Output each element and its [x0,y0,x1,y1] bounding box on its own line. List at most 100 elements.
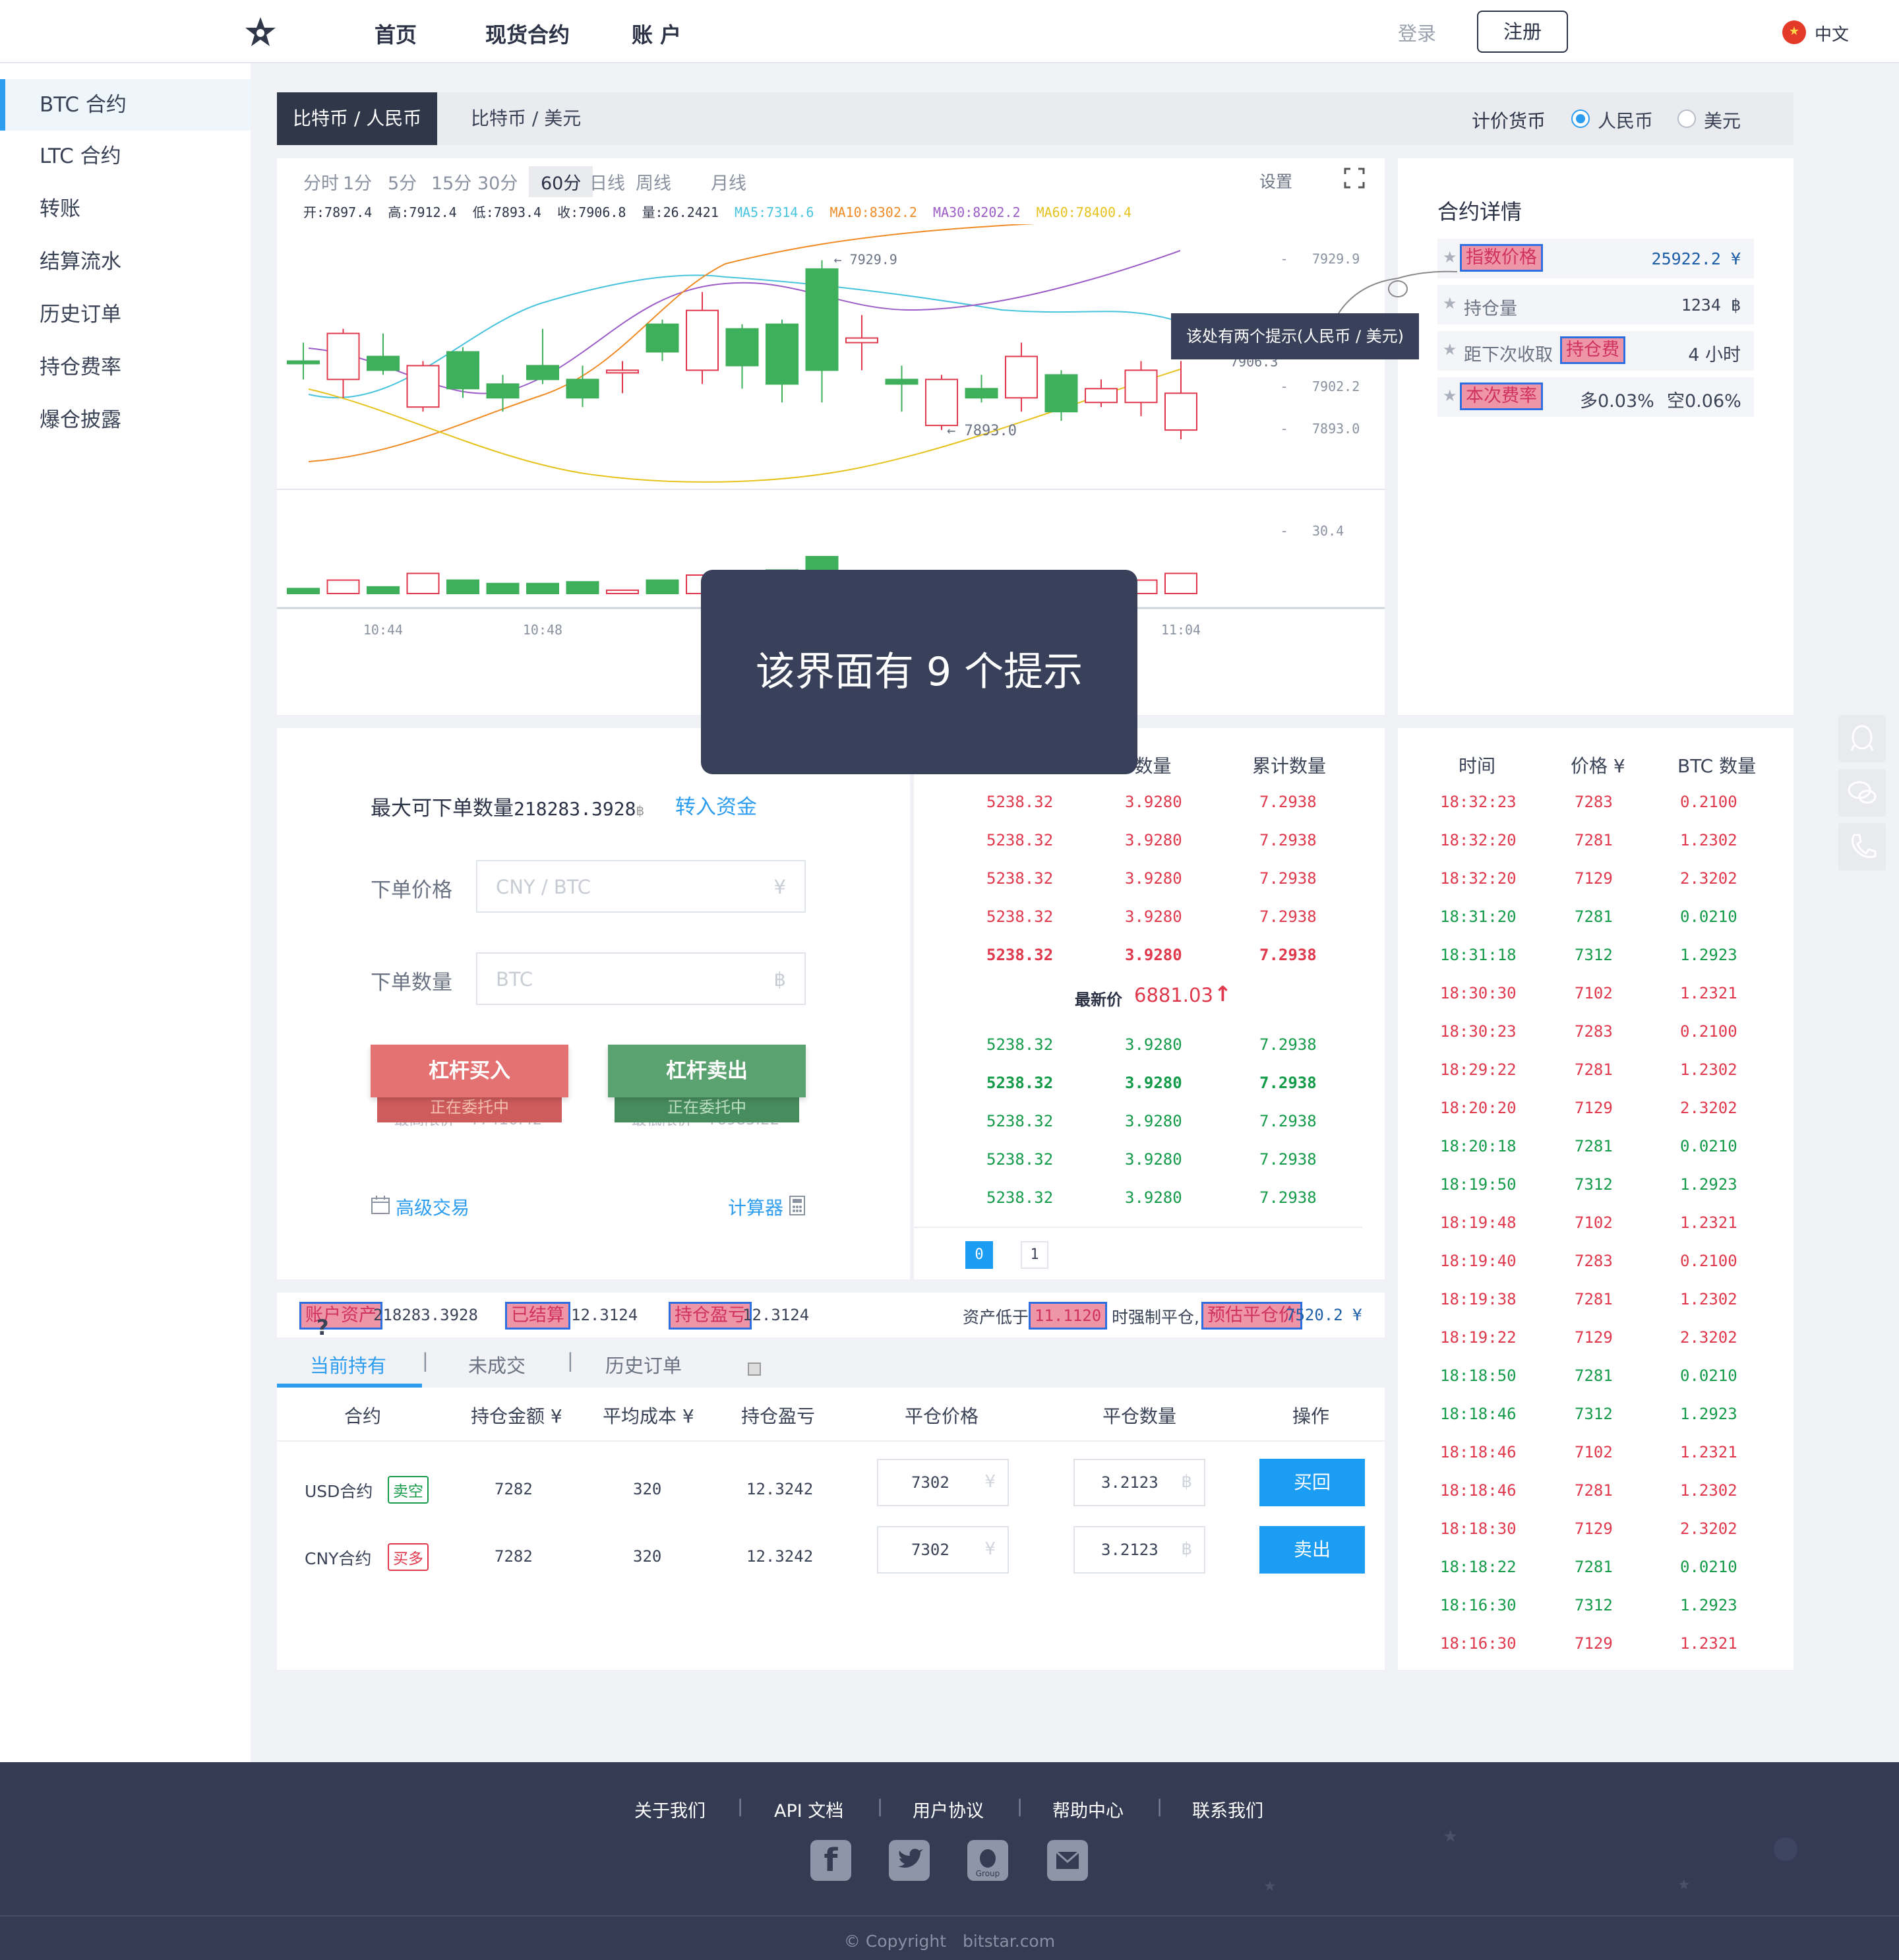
twitter-icon[interactable] [889,1840,930,1881]
bids-cell[interactable]: 3.9280 [1125,1035,1182,1054]
radio-usd-label[interactable]: 美元 [1704,107,1741,133]
bids-cell[interactable]: 3.9280 [1125,1074,1182,1092]
bids-cell[interactable]: 3.9280 [1125,1150,1182,1169]
language-selector[interactable]: 中文 [1815,21,1849,46]
bitstar-logo[interactable] [244,16,277,49]
bids-cell[interactable]: 3.9280 [1125,1188,1182,1207]
tab-btc-cny[interactable]: 比特币 / 人民币 [277,92,438,145]
asks-cell[interactable]: 3.9280 [1125,907,1182,926]
china-flag-icon[interactable]: ★ [1782,20,1806,44]
bids-cell[interactable]: 7.2938 [1259,1074,1317,1092]
trade-cell: 7102 [1575,1213,1613,1232]
asks-cell[interactable]: 7.2938 [1259,869,1317,888]
candle-body [1085,388,1118,404]
y-tick-dash: - [1282,379,1286,394]
sidebar-item-transfer[interactable]: 转账 [0,183,251,235]
asks-cell[interactable]: 5238.32 [986,869,1053,888]
sidebar-item-settlement[interactable]: 结算流水 [0,236,251,288]
radio-usd[interactable] [1677,109,1696,128]
email-icon[interactable] [1047,1840,1088,1881]
calculator-icon[interactable] [789,1195,806,1216]
close-price-input[interactable]: 7302 ¥ [877,1459,1009,1506]
asks-cell[interactable]: 5238.32 [986,907,1053,926]
fullscreen-icon[interactable] [1344,168,1365,189]
asks-cell[interactable]: 5238.32 [986,831,1053,849]
asks-cell[interactable]: 3.9280 [1125,793,1182,811]
register-button[interactable]: 注册 [1477,11,1568,53]
qq-icon[interactable] [1838,715,1886,762]
transfer-funds-link[interactable]: 转入资金 [675,790,757,820]
close-qty-input[interactable]: 3.2123 ฿ [1073,1459,1205,1506]
asks-cell[interactable]: 7.2938 [1259,907,1317,926]
close-price-input[interactable]: 7302 ¥ [877,1526,1009,1574]
book-page-1[interactable]: 1 [1021,1241,1048,1269]
bids-cell[interactable]: 5238.32 [986,1035,1053,1054]
sidebar-item-btc[interactable]: BTC 合约 [0,79,251,131]
sidebar-item-liquidation[interactable]: 爆仓披露 [0,394,251,446]
footer-agreement[interactable]: 用户协议 [913,1796,984,1822]
sidebar-item-ltc[interactable]: LTC 合约 [0,131,251,182]
footer-about[interactable]: 关于我们 [634,1796,706,1822]
chart-tab-4[interactable]: 30分 [466,166,529,197]
asks-cell[interactable]: 7.2938 [1259,946,1317,964]
tab-current-holdings[interactable]: 当前持有 [310,1351,386,1378]
position-fee-hint[interactable]: 持仓费 [1560,336,1625,364]
close-qty-input[interactable]: 3.2123 ฿ [1073,1526,1205,1574]
chart-tab-8[interactable]: 月线 [699,166,758,197]
tab-history-orders[interactable]: 历史订单 [605,1351,682,1378]
radio-cny[interactable] [1571,109,1590,128]
wechat-icon[interactable] [1838,769,1886,816]
nav-account[interactable]: 账 户 [632,18,681,49]
asks-cell[interactable]: 7.2938 [1259,793,1317,811]
bids-cell[interactable]: 7.2938 [1259,1188,1317,1207]
asks-cell[interactable]: 3.9280 [1125,869,1182,888]
facebook-icon[interactable]: f [810,1840,851,1881]
asks-cell[interactable]: 5238.32 [986,946,1053,964]
bids-cell[interactable]: 5238.32 [986,1074,1053,1092]
chart-tab-7[interactable]: 周线 [624,166,683,197]
phone-icon[interactable] [1838,823,1886,871]
login-link[interactable]: 登录 [1398,18,1436,46]
asks-cell[interactable]: 3.9280 [1125,946,1182,964]
tab-btc-usd[interactable]: 比特币 / 美元 [455,92,597,145]
chart-settings[interactable]: 设置 [1259,169,1292,193]
account-assets-hint[interactable]: 账户资产 [299,1302,382,1330]
asks-cell[interactable]: 7.2938 [1259,831,1317,849]
current-rate-hint[interactable]: 本次费率 [1460,383,1543,410]
leverage-sell-button[interactable]: 杠杆卖出 [608,1045,806,1097]
position-pnl-hint[interactable]: 持仓盈亏 [669,1302,752,1330]
price-input[interactable]: CNY / BTC ¥ [476,860,806,913]
checkbox[interactable] [748,1363,761,1376]
bids-cell[interactable]: 7.2938 [1259,1150,1317,1169]
bids-cell[interactable]: 3.9280 [1125,1112,1182,1130]
footer-contact[interactable]: 联系我们 [1192,1796,1263,1822]
footer-help[interactable]: 帮助中心 [1052,1796,1124,1822]
advanced-trade-link[interactable]: 高级交易 [396,1194,469,1220]
book-page-0[interactable]: 0 [965,1241,993,1269]
tab-pending[interactable]: 未成交 [468,1351,526,1378]
sidebar-item-history-orders[interactable]: 历史订单 [0,289,251,340]
nav-home[interactable]: 首页 [375,18,417,49]
bids-cell[interactable]: 7.2938 [1259,1112,1317,1130]
bids-cell[interactable]: 5238.32 [986,1112,1053,1130]
bids-cell[interactable]: 5238.32 [986,1188,1053,1207]
next-fee-value: 4 小时 [1688,345,1741,365]
asks-cell[interactable]: 3.9280 [1125,831,1182,849]
holdings-action-button[interactable]: 卖出 [1259,1526,1365,1574]
qty-input[interactable]: BTC ฿ [476,952,806,1005]
settled-hint[interactable]: 已结算 [505,1302,570,1330]
leverage-buy-button[interactable]: 杠杆买入 [371,1045,568,1097]
radio-cny-label[interactable]: 人民币 [1598,107,1653,133]
index-price-hint[interactable]: 指数价格 [1460,244,1543,272]
qq-group-icon[interactable]: Group [967,1840,1008,1881]
sidebar-item-position-fee[interactable]: 持仓费率 [0,342,251,393]
bids-cell[interactable]: 5238.32 [986,1150,1053,1169]
liquidation-threshold-hint[interactable]: 11.1120 [1029,1302,1108,1330]
help-icon[interactable]: ? [316,1315,329,1340]
footer-api[interactable]: API 文档 [774,1796,843,1822]
asks-cell[interactable]: 5238.32 [986,793,1053,811]
nav-spot-contract[interactable]: 现货合约 [485,18,570,49]
bids-cell[interactable]: 7.2938 [1259,1035,1317,1054]
holdings-action-button[interactable]: 买回 [1259,1459,1365,1506]
calculator-link[interactable]: 计算器 [728,1194,783,1220]
